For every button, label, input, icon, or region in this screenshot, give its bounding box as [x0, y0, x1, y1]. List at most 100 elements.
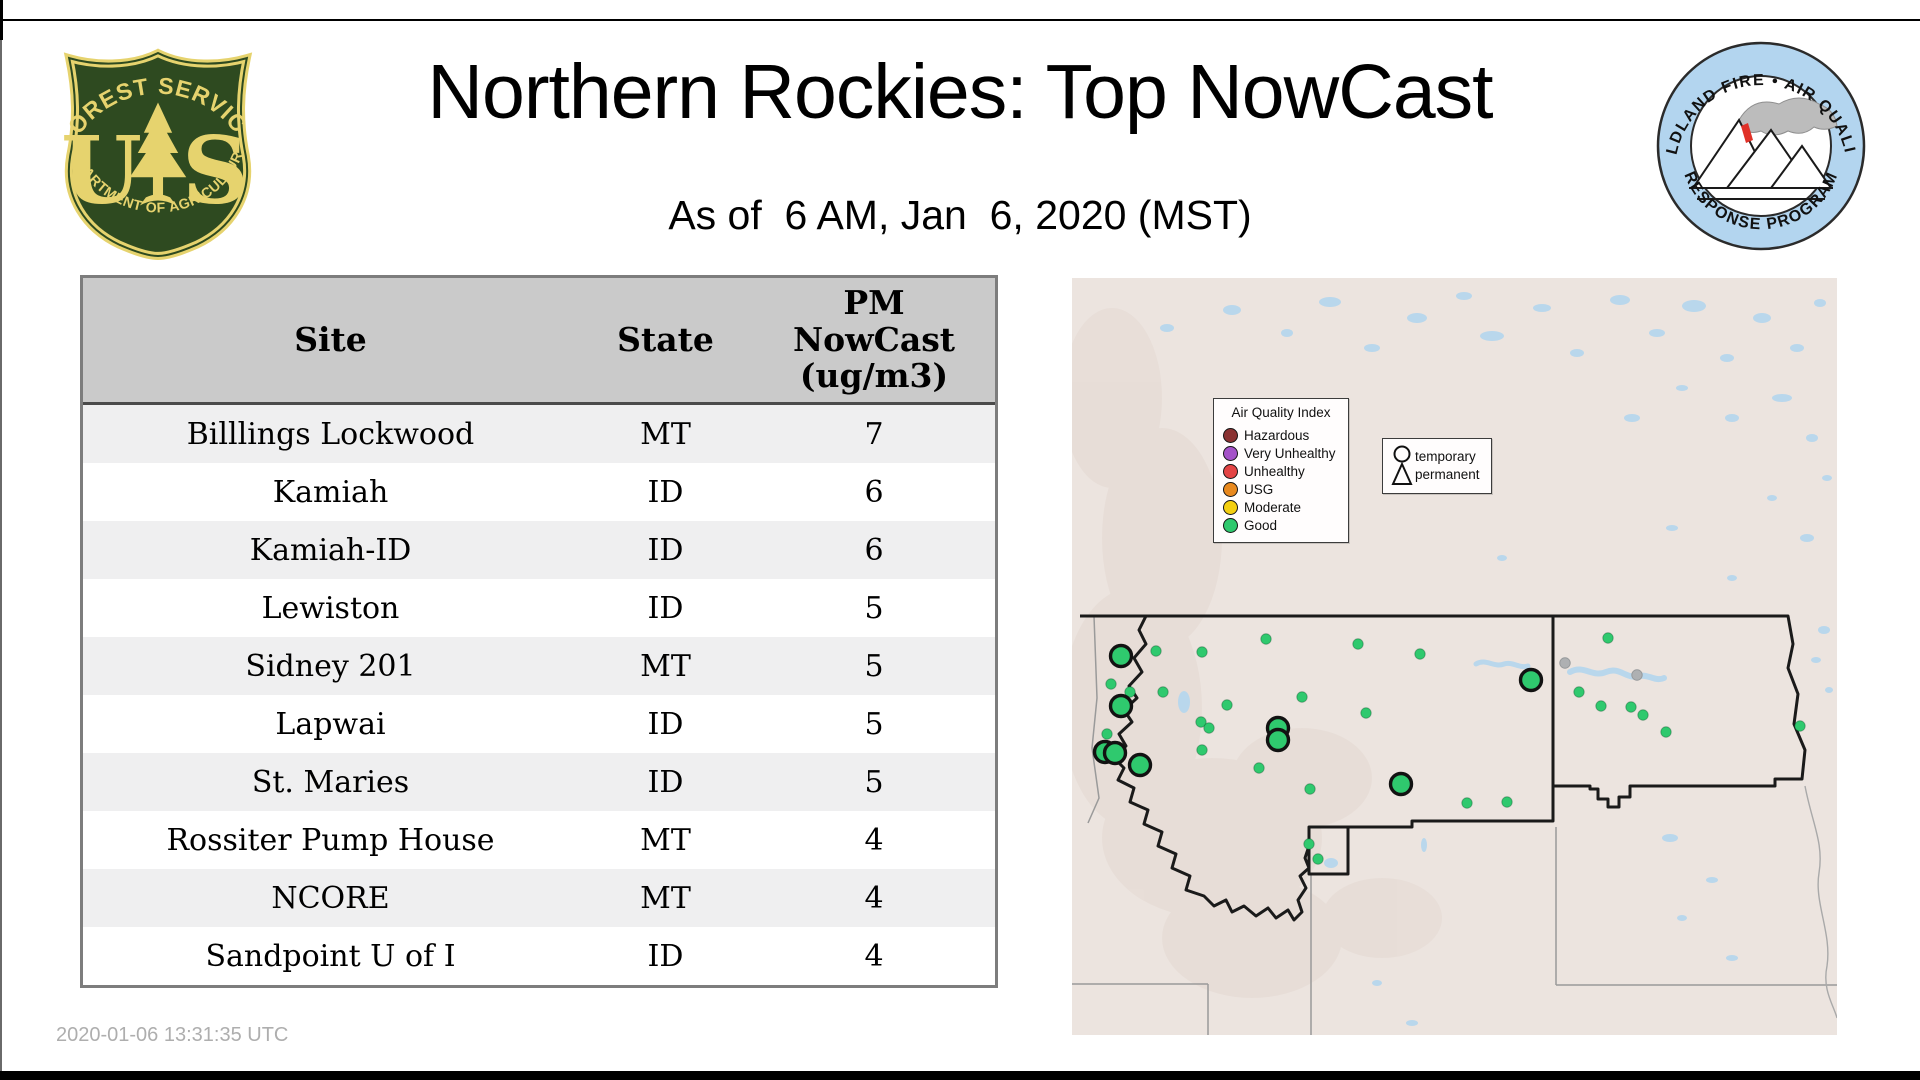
aqi-legend-items: Hazardous Very Unhealthy Unhealthy USG Moder… — [1214, 426, 1348, 534]
permanent-label: permanent — [1415, 467, 1480, 482]
value-cell: 5 — [864, 706, 884, 742]
value-cell: 6 — [864, 532, 884, 568]
table-header: Site State PM NowCast (ug/m3) — [83, 278, 995, 405]
permanent-monitor-good — [1501, 796, 1513, 808]
permanent-monitor-good — [1414, 648, 1426, 660]
state-cell: ID — [647, 532, 684, 568]
state-cell: ID — [647, 474, 684, 510]
aqi-legend-title: Air Quality Index — [1231, 405, 1331, 420]
permanent-monitor-good — [1105, 678, 1117, 690]
legend-swatch — [1223, 463, 1238, 479]
permanent-monitor-good — [1221, 699, 1233, 711]
temporary-monitor-good — [1102, 740, 1128, 766]
permanent-monitor-good — [1312, 853, 1324, 865]
state-cell: MT — [640, 416, 691, 452]
value-cell: 5 — [864, 648, 884, 684]
monitor-no-data — [1559, 657, 1571, 669]
legend-swatch — [1223, 427, 1238, 443]
permanent-monitor-good — [1203, 722, 1215, 734]
table-row: Lewiston ID 5 — [83, 579, 995, 637]
value-cell: 5 — [864, 764, 884, 800]
column-header-pm: PM NowCast (ug/m3) — [792, 282, 956, 396]
wfaqrp-logo: WILDLAND FIRE • AIR QUALITY RESPONSE PRO… — [1653, 38, 1866, 251]
value-cell: 4 — [864, 822, 884, 858]
slide-left-tick — [0, 0, 3, 40]
generation-timestamp: 2020-01-06 13:31:35 UTC — [56, 1024, 289, 1046]
permanent-monitor-good — [1637, 709, 1649, 721]
temporary-monitor-good — [1265, 727, 1291, 753]
permanent-monitor-good — [1573, 686, 1585, 698]
permanent-monitor-good — [1157, 686, 1169, 698]
permanent-monitor-good — [1303, 838, 1315, 850]
permanent-monitor-good — [1360, 707, 1372, 719]
permanent-monitor-good — [1595, 700, 1607, 712]
temporary-monitor-good — [1388, 771, 1414, 797]
site-cell: NCORE — [271, 880, 390, 916]
monitor-no-data — [1631, 669, 1643, 681]
permanent-monitor-good — [1196, 744, 1208, 756]
permanent-monitor-good — [1352, 638, 1364, 650]
page-subtitle: As of 6 AM, Jan 6, 2020 (MST) — [668, 192, 1252, 238]
permanent-monitor-good — [1625, 701, 1637, 713]
legend-label: Unhealthy — [1244, 463, 1305, 479]
permanent-monitor-good — [1101, 728, 1113, 740]
page-title: Northern Rockies: Top NowCast — [427, 49, 1493, 135]
table-row: St. Maries ID 5 — [83, 753, 995, 811]
symbol-legend-icons — [1391, 445, 1413, 485]
site-cell: Sandpoint U of I — [205, 938, 456, 974]
temporary-monitor-icon — [1393, 445, 1411, 463]
site-cell: Kamiah — [272, 474, 389, 510]
legend-label: USG — [1244, 481, 1274, 497]
site-cell: Lewiston — [261, 590, 400, 626]
report-page: FOREST SERVICE U S DEPARTMENT OF AGRICUL… — [0, 0, 1920, 1080]
permanent-monitor-good — [1296, 691, 1308, 703]
value-cell: 5 — [864, 590, 884, 626]
table-row: Sandpoint U of I ID 4 — [83, 927, 995, 985]
site-cell: Kamiah-ID — [249, 532, 412, 568]
site-cell: Billlings Lockwood — [186, 416, 475, 452]
monitoring-map: Air Quality Index Hazardous Very Unhealth… — [1072, 278, 1837, 1035]
slide-left-border — [0, 0, 2, 1080]
site-cell: Lapwai — [275, 706, 386, 742]
value-cell: 7 — [864, 416, 884, 452]
legend-swatch — [1223, 517, 1238, 533]
legend-label: Hazardous — [1244, 427, 1310, 443]
legend-swatch — [1223, 445, 1238, 461]
temporary-monitor-good — [1108, 693, 1134, 719]
permanent-monitor-good — [1196, 646, 1208, 658]
temporary-label: temporary — [1415, 448, 1476, 464]
legend-label: Moderate — [1244, 499, 1302, 515]
legend-label: Very Unhealthy — [1244, 445, 1336, 461]
legend-item: Hazardous — [1214, 426, 1348, 444]
state-cell: ID — [647, 590, 684, 626]
site-cell: Rossiter Pump House — [166, 822, 495, 858]
table-row: Sidney 201 MT 5 — [83, 637, 995, 695]
legend-label: Good — [1244, 517, 1278, 533]
symbol-legend: temporary permanent — [1382, 438, 1492, 494]
site-cell: St. Maries — [251, 764, 410, 800]
permanent-monitor-icon — [1391, 461, 1413, 485]
state-cell: ID — [647, 938, 684, 974]
legend-item: Good — [1214, 516, 1348, 534]
state-cell: MT — [640, 880, 691, 916]
permanent-monitor-good — [1660, 726, 1672, 738]
permanent-monitor-good — [1461, 797, 1473, 809]
temporary-monitor-good — [1127, 752, 1153, 778]
legend-swatch — [1223, 499, 1238, 515]
column-header-site: Site — [294, 319, 367, 359]
aqi-legend: Air Quality Index Hazardous Very Unhealth… — [1213, 398, 1349, 543]
state-cell: MT — [640, 822, 691, 858]
map-graphic — [1072, 278, 1837, 1035]
table-row: Lapwai ID 5 — [83, 695, 995, 753]
legend-item: Moderate — [1214, 498, 1348, 516]
legend-item: Very Unhealthy — [1214, 444, 1348, 462]
table-row: Kamiah ID 6 — [83, 463, 995, 521]
legend-item: USG — [1214, 480, 1348, 498]
table-row: Rossiter Pump House MT 4 — [83, 811, 995, 869]
value-cell: 6 — [864, 474, 884, 510]
permanent-monitor-good — [1260, 633, 1272, 645]
value-cell: 4 — [864, 938, 884, 974]
temporary-monitor-good — [1108, 643, 1134, 669]
nowcast-table: Site State PM NowCast (ug/m3) Billlings … — [80, 275, 998, 988]
column-header-state: State — [617, 319, 714, 359]
